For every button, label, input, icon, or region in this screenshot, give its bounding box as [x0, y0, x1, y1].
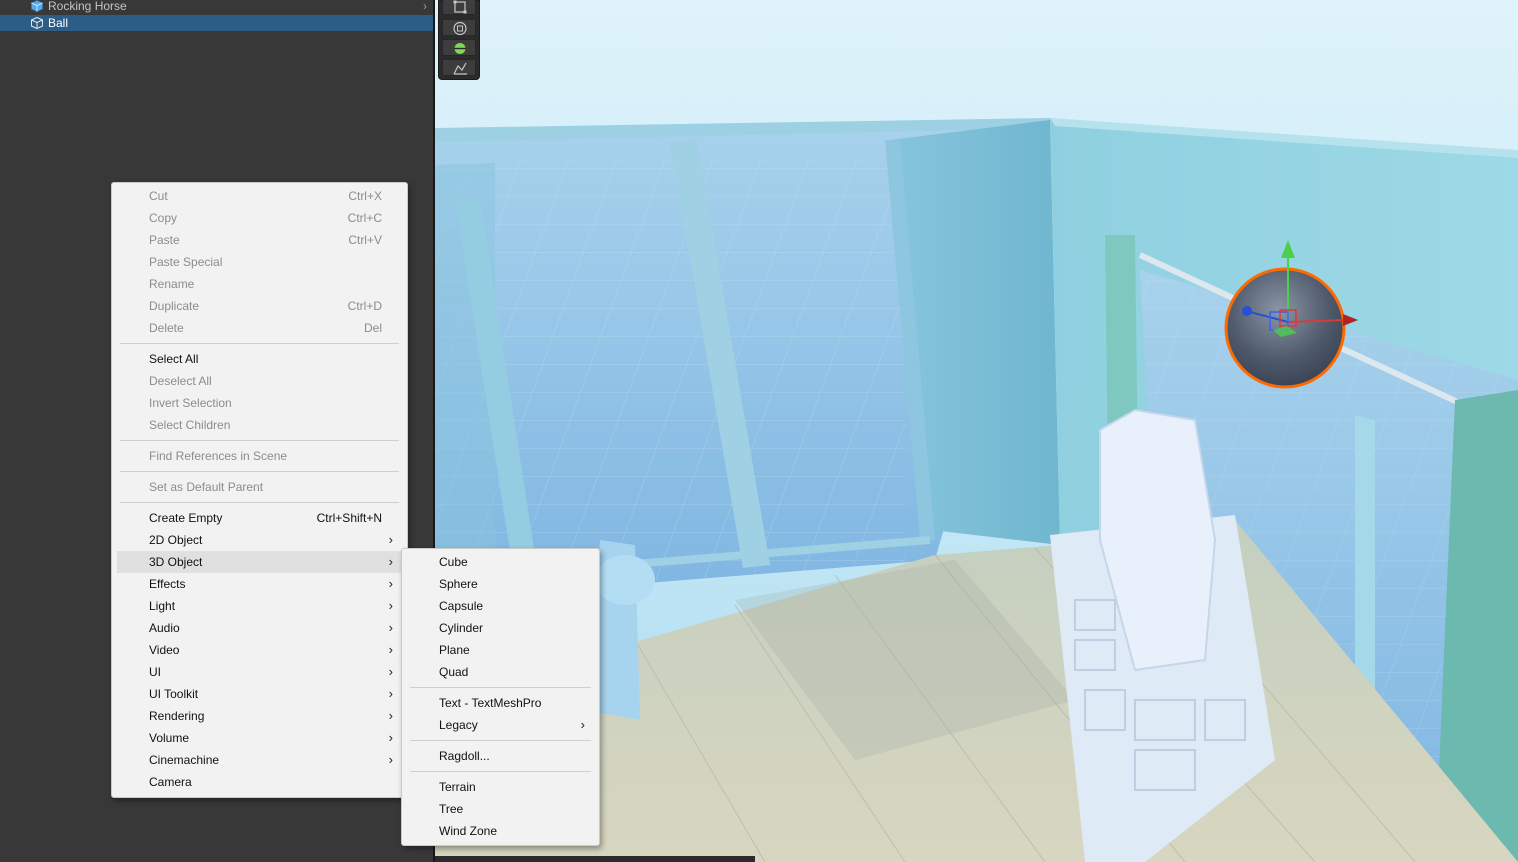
chevron-right-icon: ›: [388, 664, 393, 679]
chevron-right-icon: ›: [388, 686, 393, 701]
submenu-item-sphere[interactable]: Sphere: [402, 573, 599, 595]
chevron-right-icon: ›: [388, 554, 393, 569]
submenu-item-quad[interactable]: Quad: [402, 661, 599, 683]
menu-separator: [120, 471, 399, 472]
custom-sphere-tool-button[interactable]: [442, 39, 476, 56]
menu-item-delete[interactable]: Delete Del: [112, 317, 407, 339]
menu-item-effects[interactable]: Effects ›: [112, 573, 407, 595]
submenu-item-cylinder[interactable]: Cylinder: [402, 617, 599, 639]
chevron-right-icon: ›: [388, 620, 393, 635]
chevron-right-icon: ›: [388, 708, 393, 723]
submenu-item-legacy[interactable]: Legacy ›: [402, 714, 599, 736]
submenu-3d-object: Cube Sphere Capsule Cylinder Plane Quad …: [401, 548, 600, 846]
menu-separator: [120, 343, 399, 344]
custom-tool-icon: [453, 62, 467, 75]
submenu-item-plane[interactable]: Plane: [402, 639, 599, 661]
gameobject-cube-icon: [31, 17, 43, 29]
menu-item-2d-object[interactable]: 2D Object ›: [112, 529, 407, 551]
chevron-right-icon[interactable]: ›: [423, 0, 427, 14]
menu-item-ui[interactable]: UI ›: [112, 661, 407, 683]
prefab-cube-icon: [31, 0, 43, 12]
menu-item-light[interactable]: Light ›: [112, 595, 407, 617]
hierarchy-item-ball[interactable]: Ball: [0, 15, 433, 31]
menu-item-deselect-all[interactable]: Deselect All: [112, 370, 407, 392]
submenu-item-ragdoll[interactable]: Ragdoll...: [402, 745, 599, 767]
rect-tool-button[interactable]: [442, 0, 476, 15]
menu-separator: [410, 687, 591, 688]
menu-item-cinemachine[interactable]: Cinemachine ›: [112, 749, 407, 771]
menu-separator: [410, 740, 591, 741]
transform-tool-button[interactable]: [442, 19, 476, 36]
menu-item-3d-object[interactable]: 3D Object ›: [117, 551, 402, 573]
menu-item-audio[interactable]: Audio ›: [112, 617, 407, 639]
menu-item-create-empty[interactable]: Create Empty Ctrl+Shift+N: [112, 507, 407, 529]
menu-separator: [410, 771, 591, 772]
menu-item-rendering[interactable]: Rendering ›: [112, 705, 407, 727]
menu-item-camera[interactable]: Camera: [112, 771, 407, 793]
menu-item-cut[interactable]: Cut Ctrl+X: [112, 185, 407, 207]
hierarchy-item-label: Ball: [48, 16, 69, 30]
scene-tools-overlay: [438, 0, 480, 80]
chevron-right-icon: ›: [388, 532, 393, 547]
menu-item-rename[interactable]: Rename: [112, 273, 407, 295]
submenu-item-wind-zone[interactable]: Wind Zone: [402, 820, 599, 842]
menu-separator: [120, 440, 399, 441]
chevron-right-icon: ›: [388, 730, 393, 745]
chevron-right-icon: ›: [388, 752, 393, 767]
submenu-item-tree[interactable]: Tree: [402, 798, 599, 820]
menu-item-set-default-parent[interactable]: Set as Default Parent: [112, 476, 407, 498]
menu-item-ui-toolkit[interactable]: UI Toolkit ›: [112, 683, 407, 705]
chevron-right-icon: ›: [388, 576, 393, 591]
menu-item-copy[interactable]: Copy Ctrl+C: [112, 207, 407, 229]
submenu-item-terrain[interactable]: Terrain: [402, 776, 599, 798]
chevron-right-icon: ›: [388, 642, 393, 657]
hierarchy-context-menu: Cut Ctrl+X Copy Ctrl+C Paste Ctrl+V Paste S…: [111, 182, 408, 798]
menu-item-paste-special[interactable]: Paste Special: [112, 251, 407, 273]
custom-sphere-tool-icon: [454, 43, 466, 54]
hierarchy-item-rocking-horse[interactable]: Rocking Horse ›: [0, 0, 433, 14]
hierarchy-item-label: Rocking Horse: [48, 0, 127, 13]
menu-item-volume[interactable]: Volume ›: [112, 727, 407, 749]
chevron-right-icon: ›: [580, 717, 585, 732]
menu-item-select-all[interactable]: Select All: [112, 348, 407, 370]
submenu-item-textmeshpro[interactable]: Text - TextMeshPro: [402, 692, 599, 714]
menu-item-paste[interactable]: Paste Ctrl+V: [112, 229, 407, 251]
custom-tool-button[interactable]: [442, 59, 476, 76]
menu-item-find-references[interactable]: Find References in Scene: [112, 445, 407, 467]
menu-item-select-children[interactable]: Select Children: [112, 414, 407, 436]
menu-separator: [120, 502, 399, 503]
rect-tool-icon: [453, 0, 467, 14]
menu-item-duplicate[interactable]: Duplicate Ctrl+D: [112, 295, 407, 317]
menu-item-video[interactable]: Video ›: [112, 639, 407, 661]
submenu-item-capsule[interactable]: Capsule: [402, 595, 599, 617]
transform-tool-icon: [453, 21, 467, 36]
submenu-item-cube[interactable]: Cube: [402, 551, 599, 573]
chevron-right-icon: ›: [388, 598, 393, 613]
menu-item-invert-selection[interactable]: Invert Selection: [112, 392, 407, 414]
